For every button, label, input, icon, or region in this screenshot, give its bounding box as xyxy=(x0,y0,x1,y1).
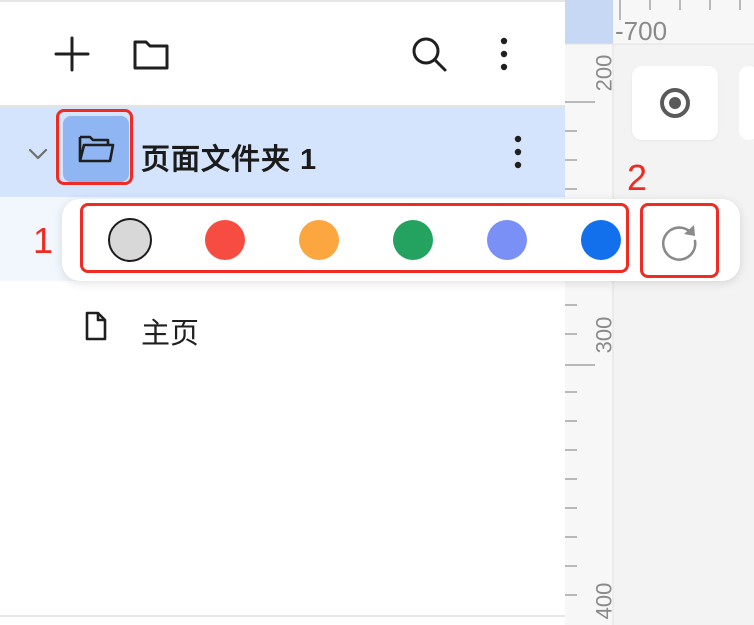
annotation-box-1 xyxy=(80,203,629,273)
folder-name: 页面文件夹 1 xyxy=(141,144,318,176)
target-button[interactable] xyxy=(632,66,718,140)
page-label: 主页 xyxy=(141,318,200,350)
plus-icon xyxy=(54,36,90,72)
ruler-label-top: -700 xyxy=(615,16,668,46)
folder-more-button[interactable] xyxy=(500,130,536,174)
chevron-down-icon xyxy=(28,148,48,160)
annotation-label-2: 2 xyxy=(627,157,648,198)
page-icon xyxy=(82,310,110,342)
ruler-label-400: 400 xyxy=(591,582,617,620)
annotation-box-2 xyxy=(640,203,719,278)
search-icon xyxy=(412,37,447,72)
page-item[interactable]: 主页 xyxy=(0,296,565,362)
more-options-button[interactable] xyxy=(482,32,526,76)
annotation-box-folder-icon xyxy=(56,109,133,185)
search-button[interactable] xyxy=(407,32,451,76)
annotation-label-1: 1 xyxy=(33,220,54,261)
target-icon xyxy=(660,88,690,118)
more-vertical-icon xyxy=(514,135,522,169)
folder-expand-toggle[interactable] xyxy=(24,140,52,168)
more-vertical-icon xyxy=(500,37,508,71)
canvas-card-edge xyxy=(739,66,754,140)
add-folder-button[interactable] xyxy=(129,32,173,76)
ruler-label-300: 300 xyxy=(591,316,617,354)
panel-bottom-border xyxy=(0,615,565,617)
folder-icon xyxy=(133,40,169,70)
add-page-button[interactable] xyxy=(50,32,94,76)
panel-top-border xyxy=(0,0,565,2)
ruler-label-200: 200 xyxy=(591,54,617,92)
pages-panel: 页面文件夹 1 主页 xyxy=(0,0,565,625)
